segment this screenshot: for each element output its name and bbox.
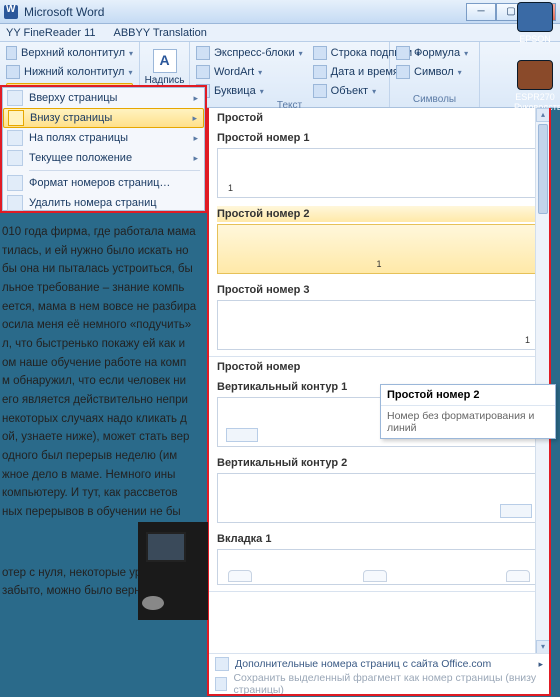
doc-line: льное требование – знание компь (2, 280, 206, 297)
office-icon (215, 657, 229, 671)
doc-line: одного был перерыв неделю (им (2, 448, 206, 465)
gallery-item-simple-1[interactable]: Простой номер 1 1 (209, 128, 549, 204)
save-selection-as-page-number: Сохранить выделенный фрагмент как номер … (209, 674, 549, 694)
wordart-icon (196, 65, 210, 79)
scroll-thumb[interactable] (538, 124, 548, 214)
preview-simple-2: 1 (217, 224, 541, 274)
ribbon-group-symbols: Формула▾ Символ▾ Символы (390, 42, 480, 107)
remove-icon (7, 195, 23, 211)
dropcap-dropdown[interactable]: Буквица▾ (196, 82, 303, 100)
scroll-down-button[interactable]: ▾ (536, 640, 550, 654)
doc-line: тилась, и ей нужно было искать но (2, 243, 206, 260)
doc-line: ом наше обучение работе на комп (2, 355, 206, 372)
gallery-section-simple: Простой Простой номер 1 1 Простой номер … (209, 108, 549, 357)
doc-line: осила меня её немного «подучить» (2, 317, 206, 334)
desktop-icon-epson[interactable]: EPSON (514, 2, 556, 44)
scroll-up-button[interactable]: ▴ (536, 108, 550, 122)
minimize-button[interactable]: ─ (466, 3, 496, 21)
menu-format-page-numbers[interactable]: Формат номеров страниц… (3, 173, 204, 193)
header-icon (6, 46, 17, 60)
gallery-item-vertical-2[interactable]: Вертикальный контур 2 (209, 453, 549, 529)
date-time-icon (313, 65, 327, 79)
preview-simple-1: 1 (217, 148, 541, 198)
preview-tab-1 (217, 549, 541, 585)
page-bottom-icon (8, 110, 24, 126)
menu-current-position[interactable]: Текущее положение▸ (3, 148, 204, 168)
menu-bottom-of-page[interactable]: Внизу страницы▸ (3, 108, 204, 128)
header-dropdown[interactable]: Верхний колонтитул▾ (6, 44, 133, 62)
preview-simple-3: 1 (217, 300, 541, 350)
gallery-item-simple-2[interactable]: Простой номер 2 1 (209, 204, 549, 280)
computer-monitor-graphic (146, 532, 186, 562)
menu-remove-page-numbers[interactable]: Удалить номера страниц (3, 193, 204, 213)
tooltip-title: Простой номер 2 (381, 385, 555, 406)
taskbar-row: YY FineReader 11 ABBYY Translation (0, 24, 560, 42)
word-app-icon (4, 5, 18, 19)
doc-line: компьютеру. И тут, как рассветов (2, 485, 206, 502)
taskbar-app[interactable]: ABBYY Translation (113, 27, 206, 39)
doc-line: ных перерывов в обучении не бы (2, 504, 206, 521)
window-title: Microsoft Word (24, 5, 104, 19)
doc-line: ой, узнаете ниже), может стать вер (2, 429, 206, 446)
document-inline-image (138, 522, 208, 620)
group-label-symbols: Символы (396, 94, 473, 107)
section-header: Простой (209, 108, 549, 128)
equation-dropdown[interactable]: Формула▾ (396, 44, 473, 62)
mouse-graphic (142, 596, 164, 610)
gallery-item-simple-3[interactable]: Простой номер 3 1 (209, 280, 549, 356)
doc-line: м обнаружил, что если человек ни (2, 373, 206, 390)
gallery-tooltip: Простой номер 2 Номер без форматирования… (380, 384, 556, 439)
book-icon (517, 60, 553, 90)
more-from-office-com[interactable]: Дополнительные номера страниц с сайта Of… (209, 654, 549, 674)
doc-line: л, что быстренько покажу ей как и (2, 336, 206, 353)
object-icon (313, 84, 327, 98)
menu-page-margins[interactable]: На полях страницы▸ (3, 128, 204, 148)
doc-line: его является действительно непри (2, 392, 206, 409)
section-header: Простой номер (209, 357, 549, 377)
footer-icon (6, 65, 20, 79)
menu-top-of-page[interactable]: Вверху страницы▸ (3, 88, 204, 108)
format-icon (7, 175, 23, 191)
doc-line: жное дело в маме. Немного ины (2, 467, 206, 484)
preview-vertical-2 (217, 473, 541, 523)
symbol-dropdown[interactable]: Символ▾ (396, 63, 473, 81)
doc-line: еется, мама в нем вовсе не разбира (2, 299, 206, 316)
current-position-icon (7, 150, 23, 166)
gallery-scrollbar[interactable]: ▴ ▾ (535, 108, 549, 654)
save-icon (215, 677, 227, 691)
desktop-icon-manual[interactable]: ESPR270 Руководств (514, 60, 556, 112)
page-number-menu: Вверху страницы▸ Внизу страницы▸ На поля… (2, 87, 205, 211)
page-number-menu-frame: Вверху страницы▸ Внизу страницы▸ На поля… (0, 85, 207, 213)
scanner-icon (517, 2, 553, 32)
taskbar-app[interactable]: YY FineReader 11 (6, 27, 95, 39)
gallery-footer: Дополнительные номера страниц с сайта Of… (209, 653, 549, 694)
textbox-icon (153, 49, 177, 73)
doc-line: некоторых случаях надо кликать д (2, 411, 206, 428)
ribbon-group-text: Экспресс-блоки▾ WordArt▾ Буквица▾ Строка… (190, 42, 390, 107)
quick-parts-dropdown[interactable]: Экспресс-блоки▾ (196, 44, 303, 62)
doc-line: 010 года фирма, где работала мама (2, 224, 206, 241)
symbol-icon (396, 65, 410, 79)
quick-parts-icon (196, 46, 210, 60)
tooltip-body: Номер без форматирования и линий (381, 406, 555, 438)
signature-icon (313, 46, 327, 60)
page-margins-icon (7, 130, 23, 146)
window-titlebar: Microsoft Word ─ ▢ ✕ (0, 0, 560, 24)
gallery-item-tab-1[interactable]: Вкладка 1 (209, 529, 549, 591)
menu-separator (29, 170, 200, 171)
equation-icon (396, 46, 410, 60)
page-top-icon (7, 90, 23, 106)
footer-dropdown[interactable]: Нижний колонтитул▾ (6, 63, 133, 81)
textbox-button[interactable]: Надпись (144, 44, 186, 90)
wordart-dropdown[interactable]: WordArt▾ (196, 63, 303, 81)
doc-line: бы она ни пыталась устроиться, бы (2, 261, 206, 278)
